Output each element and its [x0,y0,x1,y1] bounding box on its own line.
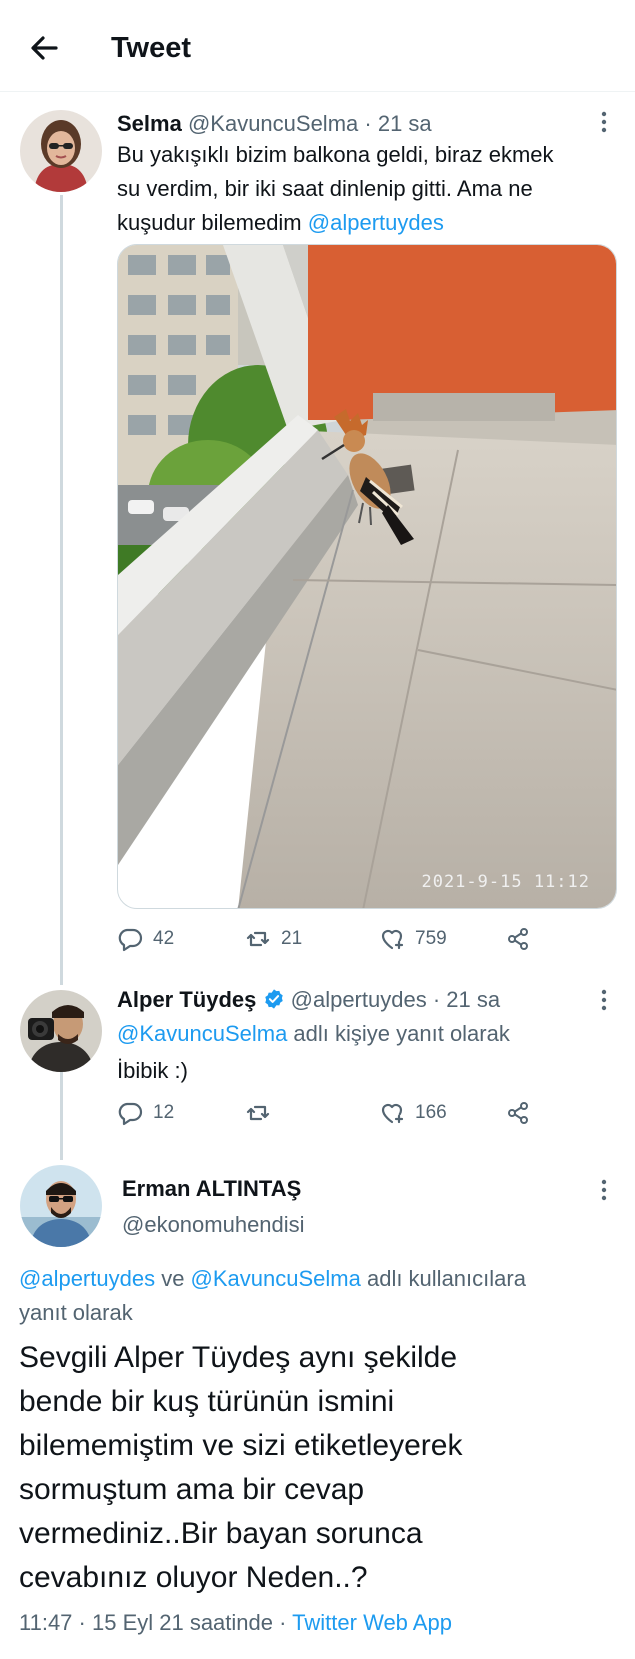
reply-icon [118,928,143,952]
timestamp[interactable]: 21 sa [378,111,432,136]
handle[interactable]: @ekonomuhendisi [122,1208,305,1242]
tweet-actions: 12 166 [117,1100,537,1130]
separator: · [364,111,372,136]
more-icon[interactable] [594,1178,614,1202]
tweet-meta: 11:47 · 15 Eyl 21 saatinde · Twitter Web… [19,1610,452,1636]
retweet-icon [246,1105,270,1121]
share-icon [508,928,528,950]
top-bar: Tweet [0,0,635,92]
tweet-photo[interactable]: 2021-9-15 11:12 [117,244,617,909]
tweet-text-line: su verdim, bir iki saat dinlenip gitti. … [117,176,533,201]
tweet-actions: 42 21 759 [117,926,537,956]
separator: · [273,1610,293,1635]
retweet-button[interactable]: 21 [245,926,302,952]
display-name[interactable]: Erman ALTINTAŞ [122,1172,301,1206]
like-icon [381,1103,404,1124]
like-button[interactable]: 759 [379,926,447,952]
tweet-body: Sevgili Alper Tüydeş aynı şekilde bende … [19,1336,619,1600]
timestamp[interactable]: 21 sa [446,987,500,1012]
reply-context-text: adlı kullanıcılara [360,1266,526,1291]
tweet-time[interactable]: 11:47 [19,1610,72,1635]
verified-icon [263,986,285,1020]
tweet-text-line: kuşudur bilemedim @alpertuydes [117,206,444,240]
tweet-text-line: bende bir kuş türünün ismini [19,1385,395,1418]
like-count: 759 [415,928,447,949]
tweet-text: kuşudur bilemedim [117,210,302,235]
reply-icon [118,1102,143,1126]
reply-context: @KavuncuSelma adlı kişiye yanıt olarak [117,1017,510,1051]
tweet-text-line: vermediniz..Bir bayan sorunca [19,1517,423,1550]
display-name[interactable]: Selma [117,111,182,136]
retweet-icon [246,931,270,947]
tweet-text-line: bilememiştim ve sizi etiketleyerek [19,1429,463,1462]
photo-timestamp: 2021-9-15 11:12 [421,872,590,892]
reply-context-text: ve [155,1266,191,1291]
separator: · [432,987,441,1012]
like-icon [381,929,404,950]
back-arrow-icon[interactable] [26,30,62,66]
mention-link[interactable]: @KavuncuSelma [191,1266,361,1291]
retweet-button[interactable] [245,1100,281,1126]
tweet-text-line: Bu yakışıklı bizim balkona geldi, biraz … [117,142,554,167]
display-name-text: Erman ALTINTAŞ [122,1176,302,1201]
reply-count: 42 [153,928,175,949]
share-button[interactable] [505,926,531,952]
reply-context-text: yanıt olarak [19,1300,133,1325]
retweet-count: 21 [281,928,303,949]
reply-count: 12 [153,1102,175,1123]
share-icon [508,1102,528,1124]
avatar[interactable] [20,110,102,192]
client-link[interactable]: Twitter Web App [292,1610,452,1635]
like-button[interactable]: 166 [379,1100,447,1126]
reply-button[interactable]: 12 [117,1100,174,1126]
share-button[interactable] [505,1100,531,1126]
thread-line [60,195,63,985]
reply-context: @alpertuydes ve @KavuncuSelma adlı kulla… [19,1262,526,1296]
avatar[interactable] [20,990,102,1072]
tweet-text-line: cevabınız oluyor Neden..? [19,1561,368,1594]
page-title: Tweet [111,32,192,64]
like-count: 166 [415,1102,447,1123]
separator: · [72,1610,92,1635]
mention-link[interactable]: @alpertuydes [308,210,444,235]
tweet-date[interactable]: 15 Eyl 21 saatinde [92,1610,273,1635]
handle[interactable]: @alpertuydes [291,987,427,1012]
thread-line [60,1068,63,1160]
tweet-header: Alper Tüydeş @alpertuydes · 21 sa [117,983,500,1020]
reply-context-text: adlı kişiye yanıt olarak [287,1021,510,1046]
mention-link[interactable]: @KavuncuSelma [117,1021,287,1046]
tweet-text-line: Sevgili Alper Tüydeş aynı şekilde [19,1341,458,1374]
reply-button[interactable]: 42 [117,926,174,952]
tweet-header: Selma @KavuncuSelma · 21 sa [117,107,432,141]
handle[interactable]: @KavuncuSelma [188,111,358,136]
tweet-text: İbibik :) [117,1058,188,1083]
display-name[interactable]: Alper Tüydeş [117,987,256,1012]
avatar[interactable] [20,1165,102,1247]
mention-link[interactable]: @alpertuydes [19,1266,155,1291]
tweet-text-line: sormuştum ama bir cevap [19,1473,365,1506]
more-icon[interactable] [594,988,614,1012]
more-icon[interactable] [594,110,614,134]
